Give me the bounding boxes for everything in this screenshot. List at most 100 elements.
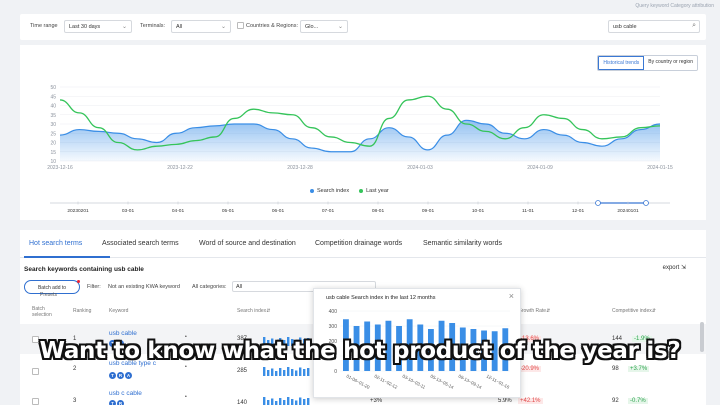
timeline-tick-label: 05-01	[222, 208, 235, 214]
tab-hot-search-terms[interactable]: Hot search terms	[29, 240, 82, 247]
time-range-value: Last 30 days	[69, 24, 101, 30]
row-competitive: 98	[612, 366, 619, 372]
timeline-tick-label: 20230201	[67, 208, 89, 214]
notification-dot	[77, 280, 80, 283]
video-caption: Want to know what the hot product of the…	[39, 338, 681, 364]
countries-value: Glo...	[305, 24, 319, 30]
tab-semantic-similarity[interactable]: Semantic similarity words	[423, 240, 502, 247]
row-keyword-link[interactable]: usb c cable	[109, 390, 142, 397]
timeline-tick-label: 06-01	[272, 208, 285, 214]
timeline-tick-label: 04-01	[172, 208, 185, 214]
top-link[interactable]: Query keyword Category attribution	[635, 3, 714, 9]
badge-t: T	[109, 400, 116, 405]
popup-y-tick-label: 300	[329, 324, 338, 330]
timeline-tick-label: 12-01	[572, 208, 585, 214]
timeline-tick-label: 03-01	[122, 208, 135, 214]
time-range-select[interactable]: Last 30 days ⌄	[64, 20, 132, 33]
keyword-tabs: Hot search terms Associated search terms…	[20, 230, 706, 258]
popup-x-tick-label: 09-13~09-14	[458, 373, 483, 390]
tab-word-of-source[interactable]: Word of source and destination	[199, 240, 296, 247]
badge-t: T	[109, 372, 116, 379]
row-badges: T R	[109, 400, 124, 405]
y-tick-label: 20	[50, 141, 56, 147]
popup-x-tick-label: 01-06~01-20	[346, 373, 371, 390]
chart-view-toggle: Historical trends By country or region	[597, 55, 698, 71]
timeline-tick-label: 08-01	[372, 208, 385, 214]
legend-search-index[interactable]: Search index	[310, 188, 349, 194]
filter-value[interactable]: Not an existing KWA keyword	[108, 284, 180, 290]
terminals-label: Terminals:	[140, 23, 166, 29]
row-more-dot[interactable]: •	[185, 364, 187, 370]
popup-x-tick-label: 02-11~02-12	[374, 373, 399, 390]
popup-y-tick-label: 400	[329, 309, 338, 315]
y-tick-label: 25	[50, 131, 56, 137]
historical-trends-button[interactable]: Historical trends	[598, 56, 645, 70]
export-icon: ⇲	[680, 265, 686, 271]
x-tick-label: 2024-01-15	[647, 165, 673, 171]
y-tick-label: 15	[50, 150, 56, 156]
y-tick-label: 50	[50, 85, 56, 91]
search-value: usb cable	[613, 24, 637, 30]
row-checkbox[interactable]	[32, 368, 39, 375]
col-competitive-index-label: Competitive index	[612, 308, 652, 314]
row-checkbox[interactable]	[32, 398, 39, 405]
terminals-value: All	[176, 24, 183, 30]
categories-value: All	[236, 284, 243, 290]
col-keyword: Keyword	[109, 308, 129, 314]
legend-last-year[interactable]: Last year	[359, 188, 389, 194]
col-growth-rate-label: Growth Rate	[518, 308, 547, 314]
row-rank: 2	[73, 366, 77, 372]
tab-competition-drainage[interactable]: Competition drainage words	[315, 240, 402, 247]
trend-chart-card: 50 45 40 35 30 25 20 15 10 2023-12-16 2023-12-22 20…	[20, 45, 706, 220]
x-tick-label: 2024-01-03	[407, 165, 433, 171]
section-title: Search keywords containing usb cable	[24, 266, 144, 273]
batch-sub-label: Presets	[40, 292, 57, 298]
chevron-down-icon: ⌄	[220, 24, 226, 30]
col-ranking: Ranking	[73, 308, 92, 314]
popup-x-tick-label: 03-10~03-11	[402, 373, 427, 390]
countries-checkbox[interactable]	[237, 22, 244, 29]
col-competitive-index[interactable]: Competitive index⇵	[612, 308, 656, 314]
filter-label: Filter:	[87, 284, 101, 290]
export-button[interactable]: export ⇲	[663, 264, 686, 271]
x-tick-label: 2023-12-16	[47, 165, 73, 171]
countries-select[interactable]: Glo... ⌄	[300, 20, 348, 33]
tab-associated-search-terms[interactable]: Associated search terms	[102, 240, 179, 247]
timeline-tick-label: 07-01	[322, 208, 335, 214]
col-search-index-label: Search index	[237, 308, 267, 314]
row-more-dot[interactable]: •	[185, 394, 187, 400]
row-badges: T R A	[109, 372, 132, 379]
filter-bar: Time range Last 30 days ⌄ Terminals: All…	[20, 14, 706, 40]
popup-x-tick-label: 05-13~05-14	[430, 373, 455, 390]
popup-title: usb cable Search index in the last 12 mo…	[326, 295, 436, 301]
y-tick-label: 30	[50, 122, 56, 128]
row-competitive: 92	[612, 398, 619, 404]
col-growth-rate[interactable]: Growth Rate⇵	[518, 308, 550, 314]
legend-search-index-label: Search index	[317, 188, 350, 194]
row-search-index: 140	[237, 400, 248, 405]
by-country-button[interactable]: By country or region	[644, 56, 697, 70]
timeline-tick-label: 11-01	[522, 208, 534, 214]
row-comp-change: -0.7%	[628, 398, 648, 404]
x-tick-label: 2023-12-22	[167, 165, 193, 171]
timeline-tick-label: 20240101	[617, 208, 639, 214]
row-keyword-link[interactable]: usb cable	[109, 330, 137, 337]
badge-r: R	[117, 400, 124, 405]
timeline-handle-end	[643, 200, 649, 206]
categories-label: All categories:	[192, 284, 227, 290]
timeline-tick-label: 10-01	[472, 208, 485, 214]
badge-r: R	[117, 372, 124, 379]
x-tick-label: 2023-12-28	[287, 165, 313, 171]
row-rank: 3	[73, 398, 77, 404]
row-search-index: 285	[237, 368, 248, 374]
close-icon[interactable]: ×	[509, 291, 514, 301]
row-comp-change: +3.7%	[628, 366, 650, 372]
terminals-select[interactable]: All ⌄	[171, 20, 231, 33]
active-tab-indicator	[24, 256, 110, 258]
search-icon[interactable]: ⌕	[692, 22, 696, 30]
timeline-handle-start	[595, 200, 601, 206]
chart-legend: Search index Last year	[310, 188, 389, 194]
keyword-search-input[interactable]: usb cable ⌕	[608, 20, 700, 33]
col-search-index[interactable]: Search index⇵	[237, 308, 270, 314]
legend-last-year-label: Last year	[366, 188, 389, 194]
